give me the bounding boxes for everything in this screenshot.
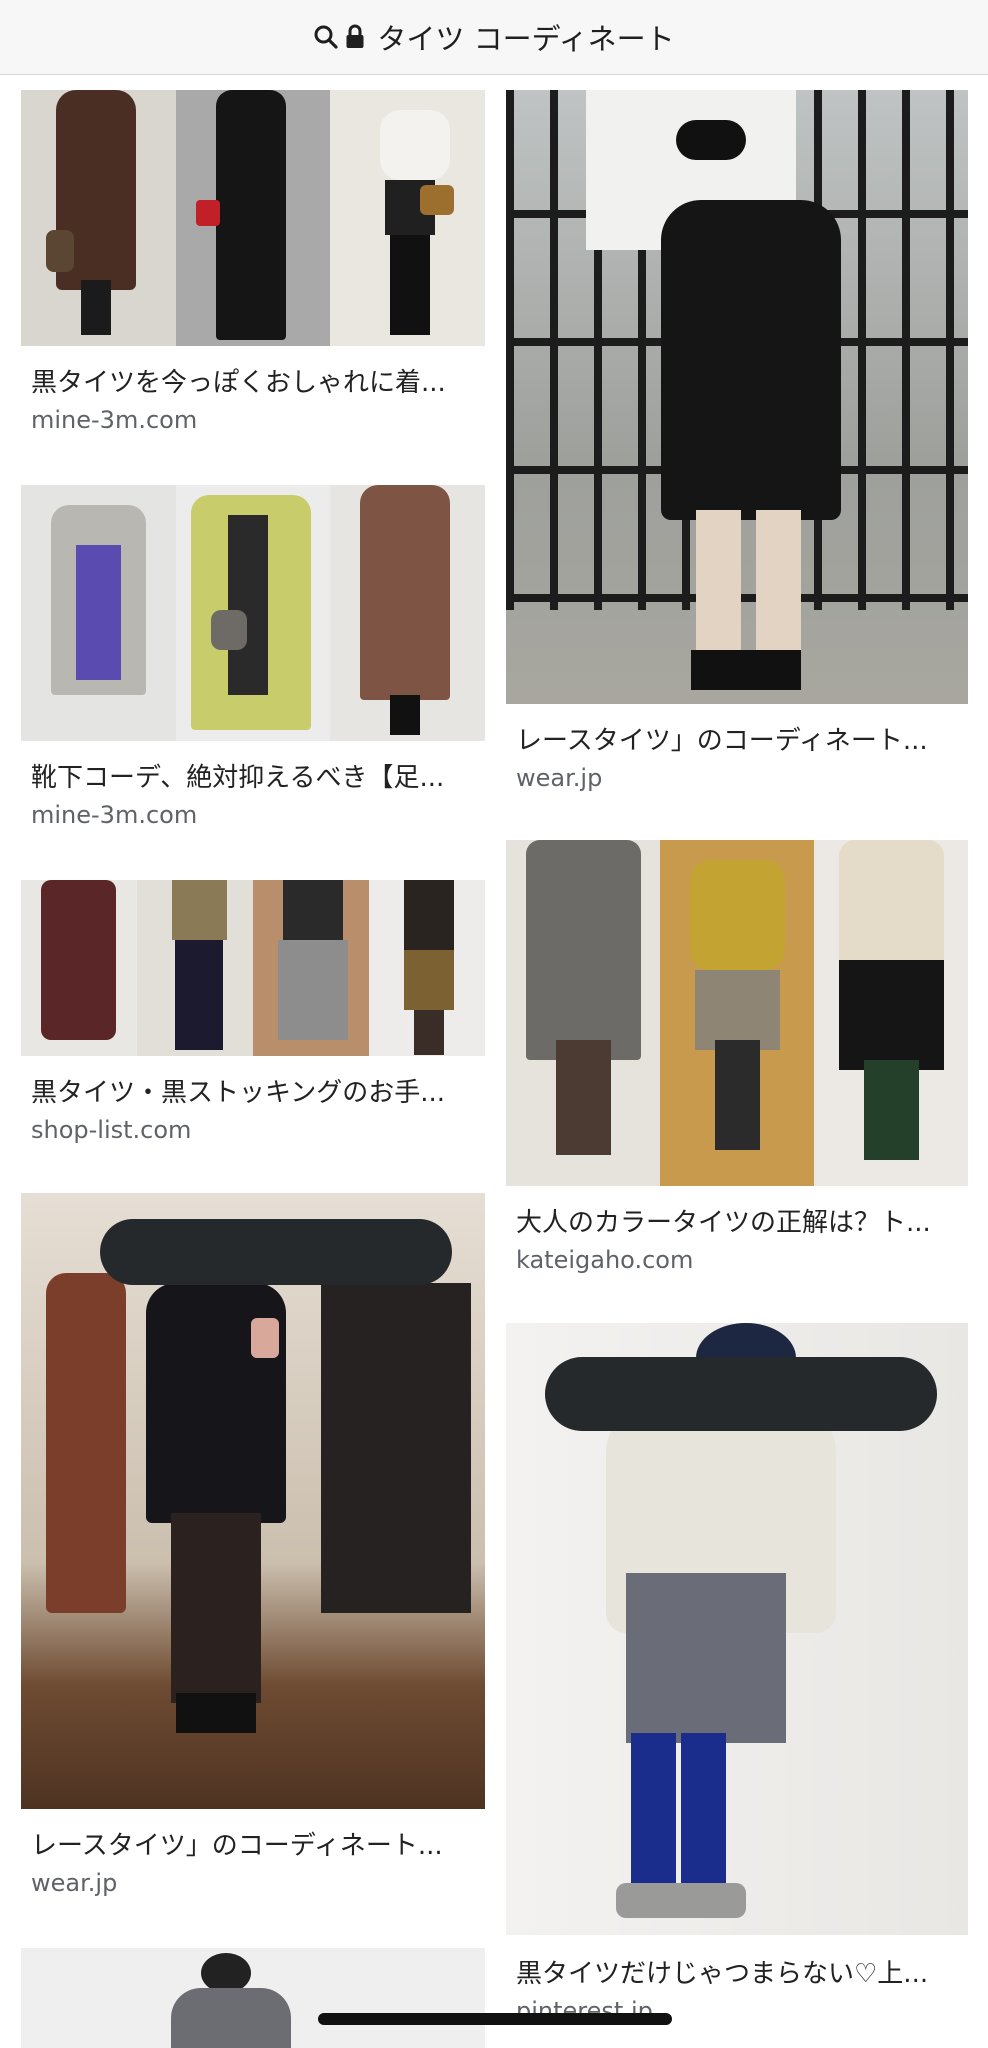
result-card[interactable]: 大人のカラータイツの正解は？ト... kateigaho.com [506,840,968,1290]
lock-icon [345,24,365,50]
result-image[interactable] [21,1948,485,2048]
result-card[interactable]: レースタイツ」のコーディネート... wear.jp [21,1193,485,1905]
redaction-bar [545,1357,937,1431]
result-image[interactable] [21,485,485,741]
result-card[interactable]: 靴下コーデ、絶対抑えるべき【足... mine-3m.com [21,485,485,845]
result-title[interactable]: 大人のカラータイツの正解は？ト... [516,1202,958,1239]
result-source: mine-3m.com [31,406,198,434]
result-source: mine-3m.com [31,801,198,829]
result-source: kateigaho.com [516,1246,694,1274]
redaction-bar [100,1219,452,1285]
result-title[interactable]: 靴下コーデ、絶対抑えるべき【足... [31,757,475,794]
search-icon [313,24,339,50]
result-image[interactable] [21,1193,485,1809]
result-card[interactable]: 黒タイツを今っぽくおしゃれに着... mine-3m.com [21,90,485,450]
result-source: wear.jp [516,764,603,792]
result-title[interactable]: 黒タイツ・黒ストッキングのお手... [31,1072,475,1109]
result-source: wear.jp [31,1869,118,1897]
result-image[interactable] [21,90,485,346]
result-image[interactable] [506,90,968,704]
search-header[interactable]: タイツ コーディネート [0,0,988,75]
result-image[interactable] [506,840,968,1186]
result-card[interactable]: レースタイツ」のコーディネート... wear.jp [506,90,968,800]
result-image[interactable] [506,1323,968,1935]
result-image[interactable] [21,880,485,1056]
result-title[interactable]: レースタイツ」のコーディネート... [516,720,958,757]
result-card[interactable]: 黒タイツ・黒ストッキングのお手... shop-list.com [21,880,485,1150]
result-card[interactable] [21,1948,485,2048]
home-indicator[interactable] [318,2013,672,2025]
result-title[interactable]: 黒タイツだけじゃつまらない♡上... [516,1953,958,1990]
result-source: shop-list.com [31,1116,192,1144]
search-query: タイツ コーディネート [377,22,675,56]
result-title[interactable]: レースタイツ」のコーディネート... [31,1825,475,1862]
result-title[interactable]: 黒タイツを今っぽくおしゃれに着... [31,362,475,399]
result-card[interactable]: 黒タイツだけじゃつまらない♡上... pinterest.jp [506,1323,968,2048]
